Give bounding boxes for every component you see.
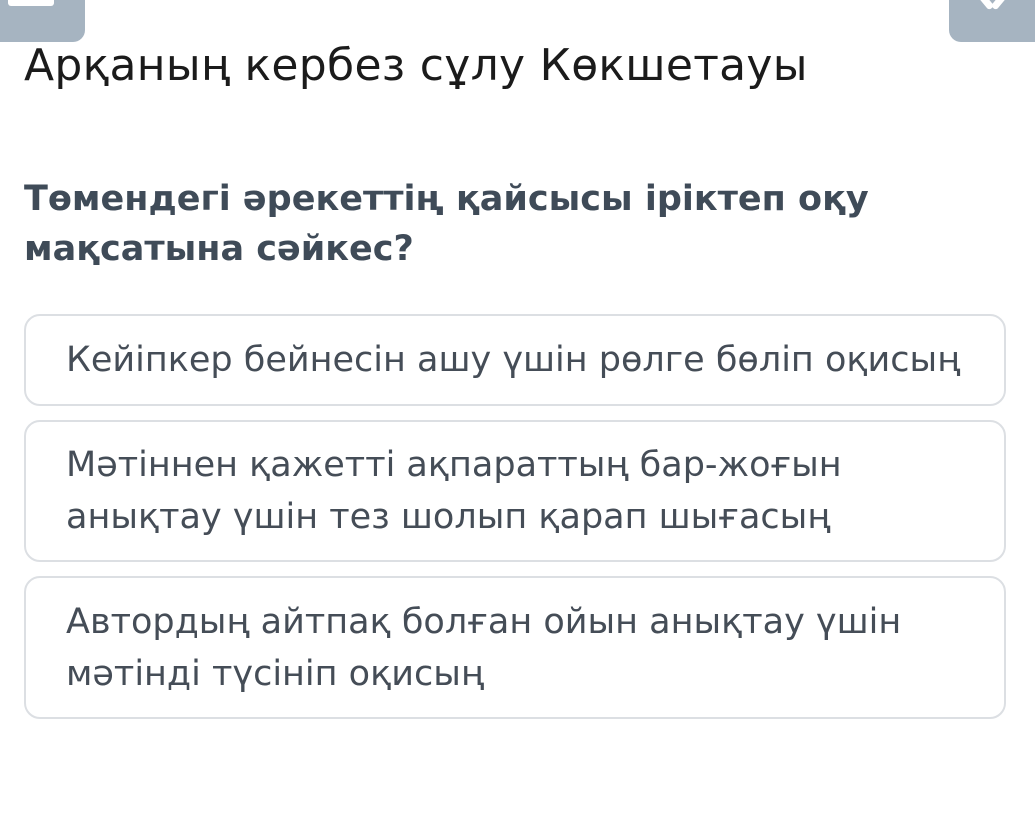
answer-option-1[interactable]: Кейіпкер бейнесін ашу үшін рөлге бөліп о… xyxy=(24,314,1006,406)
answer-option-label: Мәтіннен қажетті ақпараттың бар-жоғын ан… xyxy=(66,445,842,537)
answer-option-label: Автордың айтпақ болған ойын анықтау үшін… xyxy=(66,601,902,694)
answer-option-3[interactable]: Автордың айтпақ болған ойын анықтау үшін… xyxy=(24,576,1006,719)
page-title: Арқаның кербез сұлу Көкшетауы xyxy=(24,40,808,91)
answer-option-label: Кейіпкер бейнесін ашу үшін рөлге бөліп о… xyxy=(66,340,961,380)
close-button[interactable] xyxy=(949,0,1035,42)
menu-icon xyxy=(8,0,54,6)
question-text: Төмендегі әрекеттің қайсысы іріктеп оқу … xyxy=(24,179,869,269)
answer-option-2[interactable]: Мәтіннен қажетті ақпараттың бар-жоғын ан… xyxy=(24,420,1006,562)
menu-button[interactable] xyxy=(0,0,85,42)
